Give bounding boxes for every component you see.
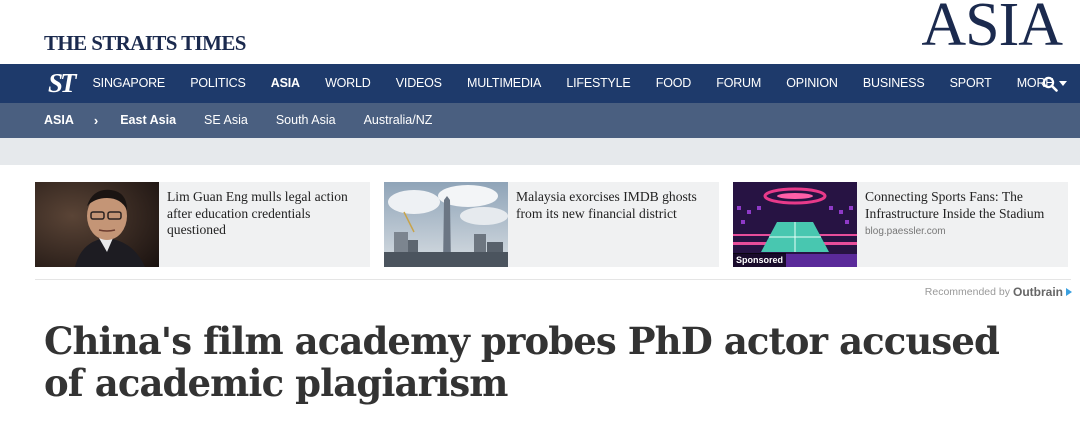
recommendation-thumbnail[interactable] bbox=[384, 182, 508, 267]
outbrain-prefix: Recommended by bbox=[924, 286, 1010, 298]
subnav-item-east-asia[interactable]: East Asia bbox=[106, 103, 190, 138]
nav-item-food[interactable]: FOOD bbox=[643, 64, 704, 103]
breadcrumb-separator: › bbox=[93, 113, 99, 128]
recommendation-title[interactable]: Lim Guan Eng mulls legal action after ed… bbox=[167, 189, 367, 239]
recommendation-title[interactable]: Malaysia exorcises IMDB ghosts from its … bbox=[516, 189, 716, 222]
subnav-item-se-asia[interactable]: SE Asia bbox=[190, 103, 262, 138]
masthead: THE STRAITS TIMES ASIA bbox=[0, 0, 1080, 64]
site-brand-logo[interactable]: THE STRAITS TIMES bbox=[44, 31, 246, 56]
nav-item-opinion[interactable]: OPINION bbox=[774, 64, 851, 103]
portrait-photo bbox=[35, 182, 159, 267]
subnav-item-south-asia[interactable]: South Asia bbox=[262, 103, 350, 138]
st-logo[interactable]: ST bbox=[48, 64, 77, 103]
caret-down-icon bbox=[1059, 81, 1068, 87]
nav-item-multimedia[interactable]: MULTIMEDIA bbox=[454, 64, 553, 103]
nav-item-politics[interactable]: POLITICS bbox=[178, 64, 259, 103]
search-icon[interactable] bbox=[1042, 76, 1058, 92]
outbrain-logo: Outbrain bbox=[1013, 285, 1063, 299]
recommendation-card[interactable]: Sponsored Connecting Sports Fans: The In… bbox=[733, 182, 1068, 267]
nav-item-videos[interactable]: VIDEOS bbox=[383, 64, 454, 103]
city-skyline-photo bbox=[384, 182, 508, 267]
recommendation-title[interactable]: Connecting Sports Fans: The Infrastructu… bbox=[865, 189, 1065, 222]
section-title: ASIA bbox=[921, 0, 1063, 59]
sponsored-badge: Sponsored bbox=[733, 253, 787, 267]
subnav-item-australia-nz[interactable]: Australia/NZ bbox=[350, 103, 447, 138]
recommendation-card[interactable]: Lim Guan Eng mulls legal action after ed… bbox=[35, 182, 370, 267]
sub-nav: ASIA › East Asia SE Asia South Asia Aust… bbox=[0, 103, 1080, 138]
recommendation-thumbnail[interactable]: Sponsored bbox=[733, 182, 857, 267]
outbrain-attribution[interactable]: Recommended by Outbrain bbox=[925, 285, 1072, 299]
recommendation-source: blog.paessler.com bbox=[865, 226, 946, 237]
nav-item-asia[interactable]: ASIA bbox=[258, 64, 312, 103]
nav-item-business[interactable]: BUSINESS bbox=[850, 64, 937, 103]
nav-item-singapore[interactable]: SINGAPORE bbox=[80, 64, 178, 103]
main-nav: ST SINGAPORE POLITICS ASIA WORLD VIDEOS … bbox=[0, 64, 1080, 103]
ad-placeholder-band bbox=[0, 138, 1080, 165]
nav-item-forum[interactable]: FORUM bbox=[704, 64, 774, 103]
recommendation-strip: Lim Guan Eng mulls legal action after ed… bbox=[35, 182, 1071, 268]
outbrain-info-icon[interactable] bbox=[1066, 288, 1072, 296]
subnav-root-asia[interactable]: ASIA bbox=[0, 103, 84, 138]
nav-item-lifestyle[interactable]: LIFESTYLE bbox=[554, 64, 643, 103]
recommendation-thumbnail[interactable] bbox=[35, 182, 159, 267]
nav-item-world[interactable]: WORLD bbox=[312, 64, 383, 103]
nav-item-sport[interactable]: SPORT bbox=[937, 64, 1004, 103]
divider bbox=[35, 279, 1071, 280]
recommendation-card[interactable]: Malaysia exorcises IMDB ghosts from its … bbox=[384, 182, 719, 267]
article-headline: China's film academy probes PhD actor ac… bbox=[44, 319, 1000, 405]
